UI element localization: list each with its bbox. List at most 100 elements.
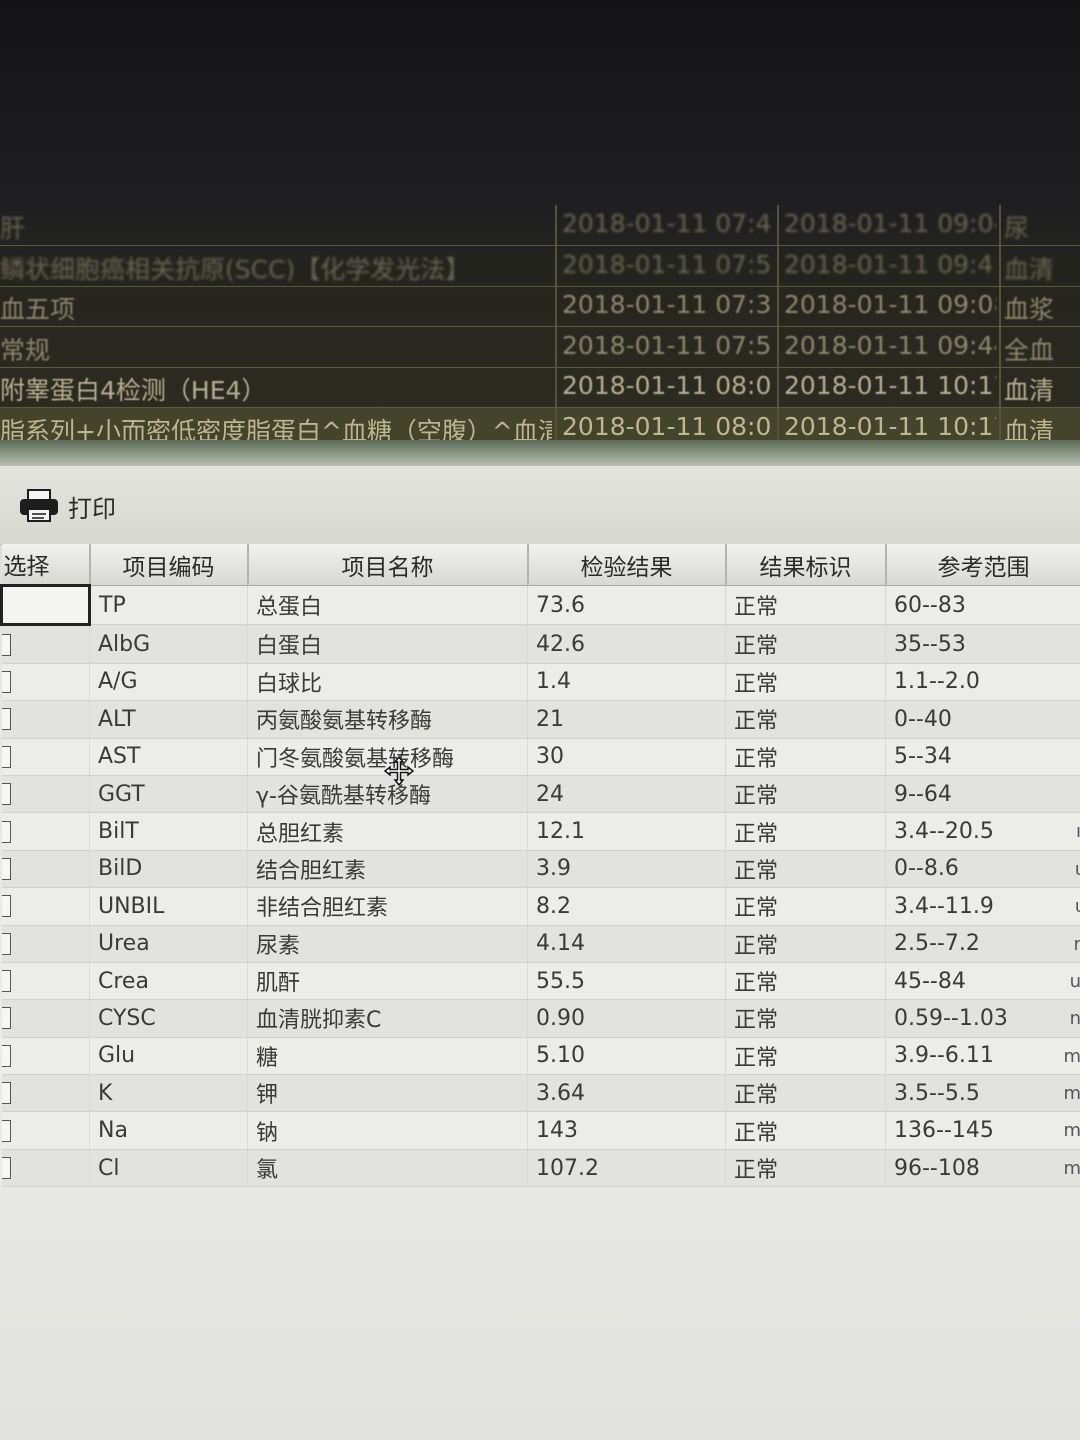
reference-range-cell: 60--83 (885, 585, 1080, 626)
result-value: 5.10 (527, 1037, 726, 1076)
order-report-time: 2018-01-11 09:41 (784, 249, 996, 279)
select-cell[interactable] (1, 1074, 90, 1113)
select-checkbox[interactable] (1, 932, 11, 955)
order-row[interactable]: 血五项 2018-01-11 07:39 2018-01-11 09:08 血浆 (0, 286, 1080, 327)
reference-range: 3.4--20.5 (894, 819, 994, 845)
header-ref[interactable]: 参考范围 (885, 544, 1080, 586)
move-cursor-icon (384, 756, 414, 786)
results-panel: 打印 选择 项目编码 项目名称 检验结果 结果标识 参考范围 TP 总蛋白 73… (0, 440, 1080, 1440)
item-code: K (89, 1074, 248, 1113)
select-checkbox[interactable] (1, 895, 11, 918)
print-button[interactable]: 打印 (18, 486, 116, 526)
select-checkbox[interactable] (1, 1157, 11, 1180)
select-checkbox[interactable] (1, 1044, 11, 1067)
toolbar: 打印 (0, 466, 1080, 545)
result-row[interactable]: BilD结合胆红素3.9正常 0--8.6 ι (1, 850, 1080, 889)
select-cell[interactable] (1, 700, 90, 739)
order-row[interactable]: 肝 2018-01-11 07:44 2018-01-11 09:04 尿 (0, 205, 1080, 246)
result-flag: 正常 (725, 624, 886, 664)
order-row[interactable]: 常规 2018-01-11 07:57 2018-01-11 09:44 全血 (0, 326, 1080, 368)
item-name: 肌酐 (247, 962, 528, 1001)
reference-range: 2.5--7.2 (894, 931, 980, 957)
reference-range-cell: 1.1--2.0 (885, 663, 1080, 702)
select-checkbox[interactable] (1, 820, 11, 843)
result-value: 30 (527, 738, 726, 776)
select-cell[interactable] (1, 962, 90, 1001)
header-name[interactable]: 项目名称 (247, 544, 529, 586)
result-row[interactable]: Cl 氯 107.2 正常 96--108 m (1, 1149, 1080, 1188)
result-row[interactable]: AST 门冬氨酸氨基转移酶 30 正常 5--34 (1, 738, 1080, 776)
order-collect-time: 2018-01-11 07:39 (562, 290, 772, 319)
result-value: 8.2 (527, 887, 726, 926)
item-code: Cl (89, 1149, 248, 1188)
order-name: 附睾蛋白4检测（HE4） (0, 376, 267, 405)
result-row[interactable]: Glu 糖 5.10 正常 3.9--6.11 m (1, 1037, 1080, 1076)
result-flag: 正常 (725, 663, 886, 702)
order-specimen: 全血 (1004, 335, 1055, 365)
reference-range: 96--108 (894, 1155, 980, 1181)
result-row[interactable]: CYSC 血清胱抑素C 0.90 正常 0.59--1.03 n (1, 999, 1080, 1038)
result-flag: 正常 (725, 925, 886, 963)
header-code[interactable]: 项目编码 (89, 544, 249, 586)
select-cell[interactable] (1, 925, 90, 963)
result-row[interactable]: GGT γ-谷氨酰基转移酶 24 正常 9--64 (1, 775, 1080, 814)
result-row[interactable]: TP 总蛋白 73.6 正常 60--83 (0, 583, 1080, 627)
panel-divider[interactable] (0, 440, 1080, 466)
select-cell[interactable] (1, 624, 90, 664)
select-cell[interactable] (1, 999, 90, 1038)
result-value: 1.4 (527, 663, 726, 702)
result-row[interactable]: A/G 白球比 1.4 正常 1.1--2.0 (1, 663, 1080, 702)
results-body: TP 总蛋白 73.6 正常 60--83 AlbG 白蛋白 42.6 正常 35--53 A/G 白… (0, 583, 1080, 1188)
select-checkbox[interactable] (1, 1082, 11, 1105)
select-checkbox[interactable] (1, 857, 11, 880)
select-cell[interactable] (1, 887, 90, 926)
result-row[interactable]: BilT总胆红素12.1正常 3.4--20.5 ı (1, 812, 1080, 851)
item-code: Na (89, 1111, 248, 1150)
select-checkbox[interactable] (1, 970, 11, 993)
item-code: UNBIL (89, 887, 248, 926)
header-select[interactable]: 选择 (1, 544, 91, 586)
item-name: 糖 (247, 1037, 528, 1076)
select-checkbox[interactable] (1, 670, 11, 693)
item-name: 总蛋白 (247, 585, 528, 626)
select-checkbox[interactable] (1, 745, 11, 768)
select-cell[interactable] (0, 583, 91, 627)
select-checkbox[interactable] (1, 633, 11, 656)
result-row[interactable]: AlbG 白蛋白 42.6 正常 35--53 (1, 624, 1080, 664)
result-value: 42.6 (527, 624, 726, 664)
result-row[interactable]: K 钾 3.64 正常 3.5--5.5 m (1, 1074, 1080, 1113)
result-row[interactable]: ALT 丙氨酸氨基转移酶 21 正常 0--40 (1, 700, 1080, 739)
select-checkbox[interactable] (1, 1119, 11, 1142)
select-cell[interactable] (1, 663, 90, 702)
result-row[interactable]: Crea 肌酐 55.5 正常 45--84 u (1, 962, 1080, 1001)
select-checkbox[interactable] (1, 708, 11, 731)
reference-range: 45--84 (894, 968, 966, 994)
order-row[interactable]: 鳞状细胞癌相关抗原(SCC)【化学发光法】 2018-01-11 07:50 201… (0, 245, 1080, 287)
select-cell[interactable] (1, 1111, 90, 1150)
result-row[interactable]: Na 钠 143 正常 136--145 m (1, 1111, 1080, 1150)
select-cell[interactable] (1, 738, 90, 776)
item-code: Urea (89, 925, 248, 963)
select-cell[interactable] (1, 850, 90, 889)
order-report-time: 2018-01-11 10:17 (784, 371, 996, 400)
header-result[interactable]: 检验结果 (527, 544, 727, 586)
column-separator (555, 205, 557, 245)
select-cell[interactable] (1, 1037, 90, 1076)
header-flag[interactable]: 结果标识 (725, 544, 887, 586)
select-checkbox[interactable] (1, 783, 11, 806)
reference-range-cell: 3.4--11.9 ι (885, 887, 1080, 926)
column-separator (777, 286, 779, 326)
result-flag: 正常 (725, 1149, 886, 1188)
select-cell[interactable] (1, 812, 90, 851)
order-row[interactable]: 附睾蛋白4检测（HE4） 2018-01-11 08:00 2018-01-11 1… (0, 367, 1080, 408)
unit-cut-off: m (1063, 1157, 1080, 1179)
order-report-time: 2018-01-11 10:17 (784, 411, 996, 441)
result-row[interactable]: Urea尿素4.14正常 2.5--7.2 r (1, 925, 1080, 963)
reference-range: 1.1--2.0 (894, 669, 980, 695)
result-row[interactable]: UNBIL非结合胆红素8.2正常 3.4--11.9 ι (1, 887, 1080, 926)
select-checkbox[interactable] (1, 1007, 11, 1030)
item-name: 丙氨酸氨基转移酶 (247, 700, 528, 739)
select-cell[interactable] (1, 1149, 90, 1188)
result-value: 24 (527, 775, 726, 814)
select-cell[interactable] (1, 775, 90, 814)
